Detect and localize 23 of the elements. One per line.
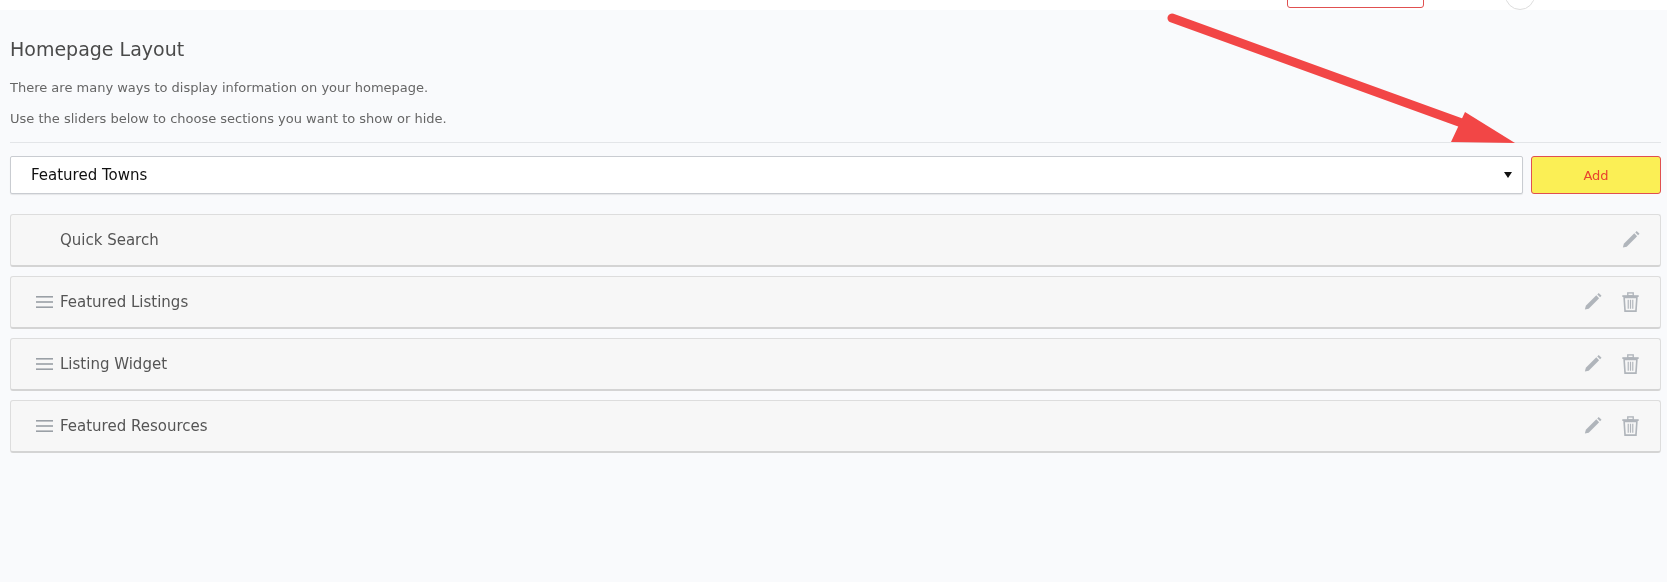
edit-icon[interactable] xyxy=(1583,354,1602,374)
section-name: Quick Search xyxy=(60,231,160,249)
section-row[interactable]: Quick Search xyxy=(10,214,1661,267)
section-name: Listing Widget xyxy=(60,355,168,373)
intro-text: There are many ways to display information on your homepage. xyxy=(10,80,430,95)
section-row[interactable]: Featured Listings xyxy=(10,276,1661,329)
drag-handle-icon[interactable] xyxy=(36,358,53,370)
section-row[interactable]: Listing Widget xyxy=(10,338,1661,391)
page-title: Homepage Layout xyxy=(10,38,186,60)
section-name: Featured Listings xyxy=(60,293,190,311)
drag-handle-icon[interactable] xyxy=(36,296,53,308)
section-name: Featured Resources xyxy=(60,417,209,435)
section-dropdown[interactable]: Featured Towns xyxy=(10,156,1523,194)
caret-icon[interactable] xyxy=(1504,172,1512,178)
edit-icon[interactable] xyxy=(1583,416,1602,436)
edit-icon[interactable] xyxy=(1583,292,1602,312)
section-row[interactable]: Featured Resources xyxy=(10,400,1661,453)
trash-icon[interactable] xyxy=(1621,354,1640,374)
edit-icon[interactable] xyxy=(1621,230,1640,250)
intro-text: Use the sliders below to choose sections you want to show or hide. xyxy=(10,111,448,126)
drag-handle-icon[interactable] xyxy=(36,420,53,432)
trash-icon[interactable] xyxy=(1621,416,1640,436)
trash-icon[interactable] xyxy=(1621,292,1640,312)
